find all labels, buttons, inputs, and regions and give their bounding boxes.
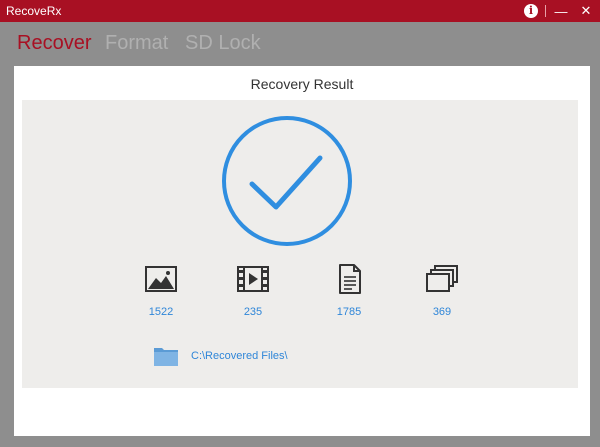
document-icon	[339, 264, 361, 294]
video-icon	[237, 266, 269, 292]
category-others[interactable]: 369	[412, 264, 472, 318]
info-icon: i	[524, 4, 538, 18]
category-videos[interactable]: 235	[223, 264, 283, 318]
title-bar: RecoveRx i — ✕	[0, 0, 600, 22]
result-content: 1522 235 1785 369 C:\Recovered Files\	[22, 100, 578, 388]
checkmark-circle-icon	[222, 116, 352, 246]
recovery-result-panel: Recovery Result 1522 235 1785 369 C:\Rec…	[14, 66, 590, 436]
info-button[interactable]: i	[521, 0, 541, 22]
tab-format[interactable]: Format	[105, 32, 168, 55]
videos-count: 235	[243, 306, 263, 318]
window-title: RecoveRx	[6, 4, 62, 18]
tab-sd-lock[interactable]: SD Lock	[185, 32, 261, 55]
minimize-button[interactable]: —	[551, 0, 571, 22]
folder-path: C:\Recovered Files\	[191, 350, 288, 362]
recovered-folder-link[interactable]: C:\Recovered Files\	[153, 344, 288, 368]
others-count: 369	[432, 306, 452, 318]
photos-count: 1522	[148, 306, 174, 318]
close-button[interactable]: ✕	[576, 0, 596, 22]
panel-title: Recovery Result	[250, 76, 354, 92]
category-photos[interactable]: 1522	[131, 264, 191, 318]
photo-icon	[145, 266, 177, 292]
title-separator	[545, 5, 546, 17]
tab-recover[interactable]: Recover	[17, 32, 91, 55]
folder-icon	[154, 348, 178, 366]
documents-count: 1785	[336, 306, 362, 318]
other-files-icon	[426, 265, 458, 292]
category-documents[interactable]: 1785	[319, 264, 379, 318]
